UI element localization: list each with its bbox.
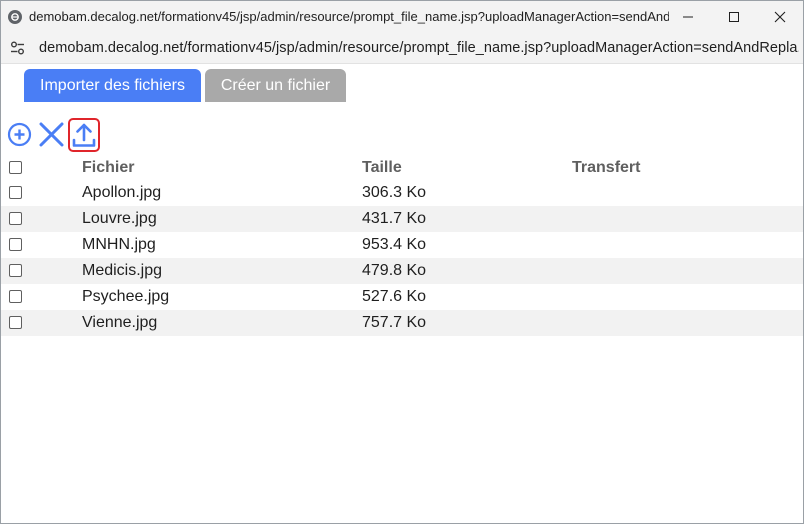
row-checkbox[interactable] (9, 238, 22, 252)
file-size: 306.3 Ko (362, 184, 427, 201)
window-title: demobam.decalog.net/formationv45/jsp/adm… (29, 9, 669, 24)
row-checkbox[interactable] (9, 264, 22, 278)
address-bar: demobam.decalog.net/formationv45/jsp/adm… (1, 33, 803, 64)
file-size: 479.8 Ko (362, 258, 572, 284)
site-settings-icon[interactable] (9, 40, 27, 56)
select-all-cell (1, 156, 82, 180)
select-all-checkbox[interactable] (9, 161, 22, 175)
file-name: Vienne.jpg (82, 310, 362, 336)
column-header-transfer: Transfert (572, 159, 641, 176)
file-transfer (572, 180, 803, 206)
file-table: Fichier Taille Transfert Apollon.jpg 306… (1, 156, 803, 336)
url-field[interactable]: demobam.decalog.net/formationv45/jsp/adm… (39, 40, 799, 56)
file-name: MNHN.jpg (82, 236, 156, 253)
row-check-cell (1, 232, 82, 258)
column-header-file: Fichier (82, 159, 135, 176)
upload-icon[interactable] (68, 118, 100, 152)
column-header-size: Taille (362, 159, 402, 176)
add-circle-icon[interactable] (7, 122, 32, 147)
minimize-icon[interactable] (665, 1, 711, 33)
tab-create-file[interactable]: Créer un fichier (205, 69, 346, 102)
title-bar: demobam.decalog.net/formationv45/jsp/adm… (1, 1, 803, 33)
close-icon[interactable] (757, 1, 803, 33)
file-transfer (572, 284, 803, 310)
row-checkbox[interactable] (9, 212, 22, 226)
file-size: 527.6 Ko (362, 288, 427, 305)
file-name: Apollon.jpg (82, 184, 162, 201)
file-size: 431.7 Ko (362, 206, 572, 232)
delete-x-icon[interactable] (38, 121, 65, 148)
maximize-icon[interactable] (711, 1, 757, 33)
table-row: Psychee.jpg 527.6 Ko (1, 284, 803, 310)
table-row: Vienne.jpg 757.7 Ko (1, 310, 803, 336)
tab-import-files[interactable]: Importer des fichiers (24, 69, 201, 102)
table-row: Apollon.jpg 306.3 Ko (1, 180, 803, 206)
table-header-row: Fichier Taille Transfert (1, 156, 803, 180)
popup-window: demobam.decalog.net/formationv45/jsp/adm… (0, 0, 804, 524)
row-check-cell (1, 180, 82, 206)
file-name: Medicis.jpg (82, 258, 362, 284)
row-check-cell (1, 284, 82, 310)
file-transfer (572, 258, 803, 284)
file-transfer (572, 232, 803, 258)
file-size: 757.7 Ko (362, 310, 572, 336)
row-check-cell (1, 310, 82, 336)
file-transfer (572, 206, 803, 232)
file-name: Psychee.jpg (82, 288, 170, 305)
table-row: Medicis.jpg 479.8 Ko (1, 258, 803, 284)
table-row: Louvre.jpg 431.7 Ko (1, 206, 803, 232)
row-check-cell (1, 258, 82, 284)
site-info-icon[interactable] (8, 10, 22, 24)
file-name: Louvre.jpg (82, 206, 362, 232)
file-transfer (572, 310, 803, 336)
table-row: MNHN.jpg 953.4 Ko (1, 232, 803, 258)
row-checkbox[interactable] (9, 290, 22, 304)
row-checkbox[interactable] (9, 186, 22, 200)
file-size: 953.4 Ko (362, 236, 427, 253)
row-checkbox[interactable] (9, 316, 22, 330)
row-check-cell (1, 206, 82, 232)
